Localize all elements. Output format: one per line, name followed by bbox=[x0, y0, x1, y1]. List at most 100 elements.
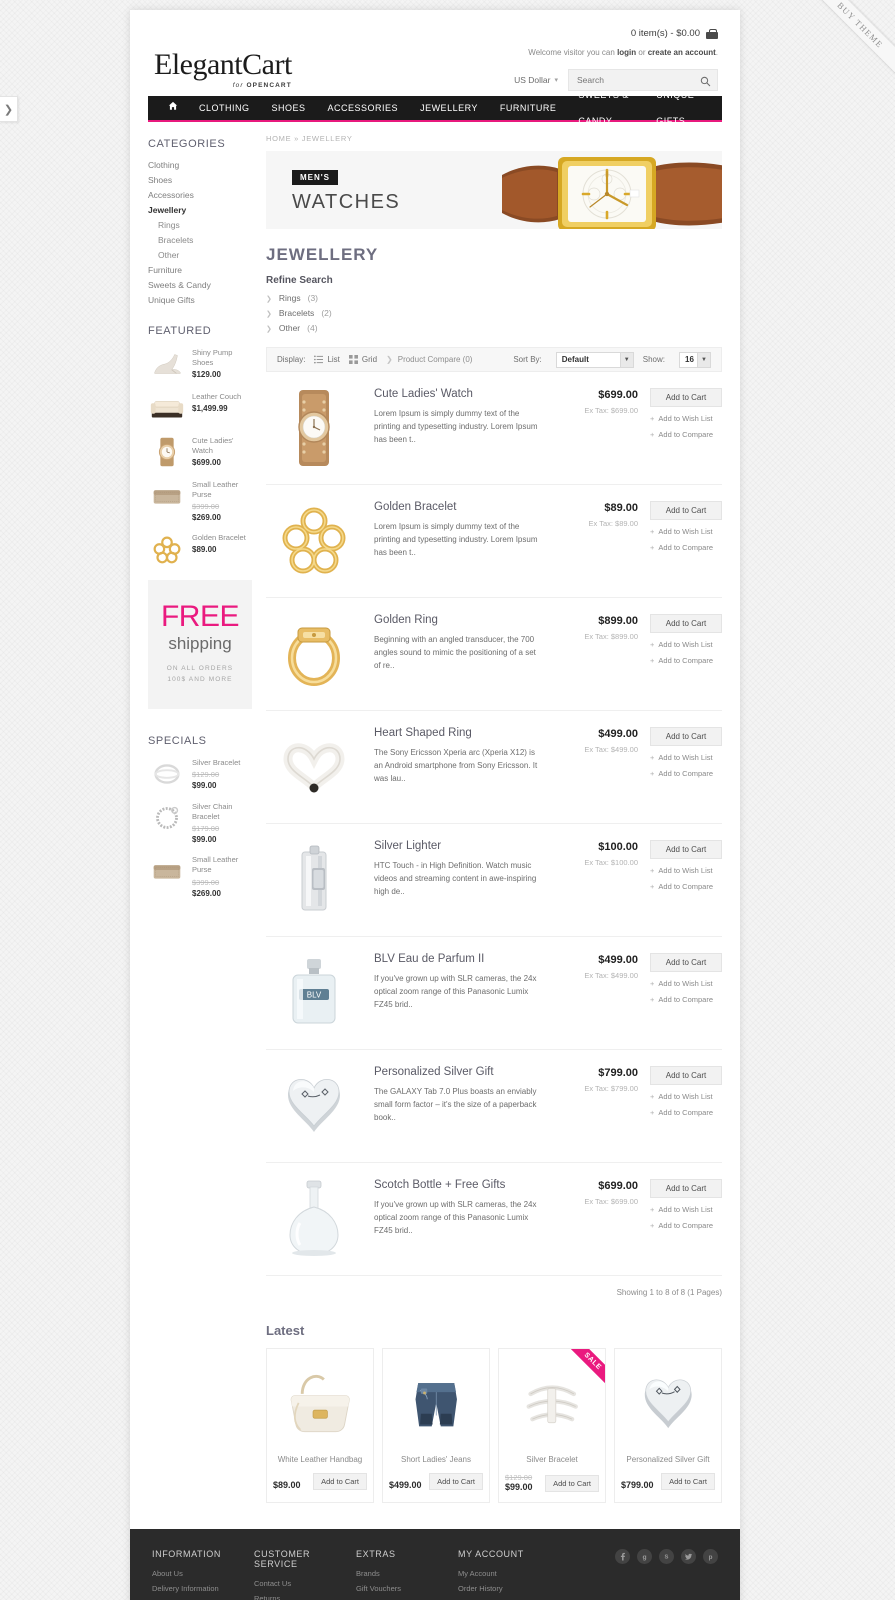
sidebar-item-rings[interactable]: Rings bbox=[158, 220, 252, 230]
sidebar-item-clothing[interactable]: Clothing bbox=[148, 160, 252, 170]
sidebar-item-bracelets[interactable]: Bracelets bbox=[158, 235, 252, 245]
add-to-wishlist-link[interactable]: + Add to Wish List bbox=[650, 414, 722, 423]
category-subitem[interactable]: Bracelets bbox=[148, 235, 252, 245]
category-item[interactable]: Unique Gifts bbox=[148, 295, 252, 305]
google-plus-icon[interactable]: g bbox=[637, 1549, 652, 1564]
add-to-compare-link[interactable]: + Add to Compare bbox=[650, 656, 722, 665]
add-to-cart-button[interactable]: Add to Cart bbox=[650, 1066, 722, 1085]
product-name[interactable]: Heart Shaped Ring bbox=[374, 727, 540, 739]
nav-item-accessories[interactable]: ACCESSORIES bbox=[317, 95, 410, 121]
featured-item[interactable]: Shiny Pump Shoes $129.00 bbox=[148, 347, 252, 381]
latest-product-name[interactable]: White Leather Handbag bbox=[273, 1455, 367, 1464]
add-to-cart-button[interactable]: Add to Cart bbox=[313, 1473, 367, 1490]
heart-ring-icon[interactable] bbox=[266, 725, 362, 809]
featured-item[interactable]: Cute Ladies' Watch $699.00 bbox=[148, 435, 252, 469]
add-to-wishlist-link[interactable]: + Add to Wish List bbox=[650, 640, 722, 649]
add-to-cart-button[interactable]: Add to Cart bbox=[650, 840, 722, 859]
add-to-wishlist-link[interactable]: + Add to Wish List bbox=[650, 1092, 722, 1101]
search-box[interactable] bbox=[568, 69, 718, 91]
sidebar-item-accessories[interactable]: Accessories bbox=[148, 190, 252, 200]
add-to-wishlist-link[interactable]: + Add to Wish List bbox=[650, 527, 722, 536]
breadcrumb-current[interactable]: JEWELLERY bbox=[302, 134, 353, 143]
latest-product-name[interactable]: Personalized Silver Gift bbox=[621, 1455, 715, 1464]
featured-item[interactable]: Leather Couch $1,499.99 bbox=[148, 391, 252, 425]
search-icon[interactable] bbox=[697, 73, 713, 89]
add-to-cart-button[interactable]: Add to Cart bbox=[650, 953, 722, 972]
special-item[interactable]: Small Leather Purse $399.00 $269.00 bbox=[148, 854, 252, 898]
refine-item[interactable]: ❯ Other (4) bbox=[266, 323, 722, 333]
buy-theme-label[interactable]: BUY THEME bbox=[808, 0, 895, 77]
category-item[interactable]: Jewellery bbox=[148, 205, 252, 215]
product-name[interactable]: Cute Ladies' Watch bbox=[374, 388, 540, 400]
refine-item[interactable]: ❯ Bracelets (2) bbox=[266, 308, 722, 318]
add-to-compare-link[interactable]: + Add to Compare bbox=[650, 995, 722, 1004]
category-item[interactable]: Furniture bbox=[148, 265, 252, 275]
sidebar-item-shoes[interactable]: Shoes bbox=[148, 175, 252, 185]
logo[interactable]: ElegantCart for OPENCART bbox=[154, 50, 292, 90]
product-compare-link[interactable]: ❯ Product Compare (0) bbox=[386, 355, 472, 364]
lighter-icon[interactable] bbox=[266, 838, 362, 922]
product-name[interactable]: Golden Bracelet bbox=[374, 501, 540, 513]
sidebar-item-jewellery[interactable]: Jewellery bbox=[148, 205, 252, 215]
nav-item-furniture[interactable]: FURNITURE bbox=[489, 95, 568, 121]
add-to-cart-button[interactable]: Add to Cart bbox=[650, 1179, 722, 1198]
add-to-cart-button[interactable]: Add to Cart bbox=[650, 727, 722, 746]
watch-icon[interactable] bbox=[266, 386, 362, 470]
product-name[interactable]: BLV Eau de Parfum II bbox=[374, 953, 540, 965]
add-to-cart-button[interactable]: Add to Cart bbox=[650, 614, 722, 633]
category-banner[interactable]: MEN'S WATCHES bbox=[266, 151, 722, 229]
skype-icon[interactable]: S bbox=[659, 1549, 674, 1564]
breadcrumb-home[interactable]: HOME bbox=[266, 134, 291, 143]
golden-ring-icon[interactable] bbox=[266, 612, 362, 696]
footer-link-about-us[interactable]: About Us bbox=[152, 1569, 254, 1578]
view-list-button[interactable]: List bbox=[314, 355, 340, 364]
add-to-cart-button[interactable]: Add to Cart bbox=[661, 1473, 715, 1490]
sidebar-item-other[interactable]: Other bbox=[158, 250, 252, 260]
currency-selector[interactable]: US Dollar ▾ bbox=[514, 75, 558, 85]
category-subitem[interactable]: Other bbox=[148, 250, 252, 260]
add-to-compare-link[interactable]: + Add to Compare bbox=[650, 769, 722, 778]
buy-theme-ribbon[interactable]: BUY THEME bbox=[795, 0, 895, 100]
add-to-wishlist-link[interactable]: + Add to Wish List bbox=[650, 1205, 722, 1214]
category-item[interactable]: Sweets & Candy bbox=[148, 280, 252, 290]
add-to-wishlist-link[interactable]: + Add to Wish List bbox=[650, 979, 722, 988]
add-to-compare-link[interactable]: + Add to Compare bbox=[650, 1221, 722, 1230]
category-item[interactable]: Accessories bbox=[148, 190, 252, 200]
nav-item-shoes[interactable]: SHOES bbox=[261, 95, 317, 121]
add-to-cart-button[interactable]: Add to Cart bbox=[650, 501, 722, 520]
refine-item[interactable]: ❯ Rings (3) bbox=[266, 293, 722, 303]
pinterest-icon[interactable]: p bbox=[703, 1549, 718, 1564]
add-to-compare-link[interactable]: + Add to Compare bbox=[650, 430, 722, 439]
view-grid-button[interactable]: Grid bbox=[348, 355, 377, 364]
product-name[interactable]: Silver Lighter bbox=[374, 840, 540, 852]
category-item[interactable]: Shoes bbox=[148, 175, 252, 185]
product-name[interactable]: Scotch Bottle + Free Gifts bbox=[374, 1179, 540, 1191]
add-to-wishlist-link[interactable]: + Add to Wish List bbox=[650, 753, 722, 762]
show-quantity-select[interactable]: 16 ▼ bbox=[679, 351, 711, 368]
footer-link-gift-vouchers[interactable]: Gift Vouchers bbox=[356, 1584, 458, 1593]
add-to-compare-link[interactable]: + Add to Compare bbox=[650, 882, 722, 891]
footer-link-returns[interactable]: Returns bbox=[254, 1594, 356, 1600]
refine-item-other[interactable]: Other bbox=[279, 323, 300, 333]
footer-link-order-history[interactable]: Order History bbox=[458, 1584, 578, 1593]
featured-item[interactable]: Small Leather Purse $399.00 $269.00 bbox=[148, 479, 252, 522]
footer-link-delivery-information[interactable]: Delivery Information bbox=[152, 1584, 254, 1593]
sidebar-item-unique-gifts[interactable]: Unique Gifts bbox=[148, 295, 252, 305]
special-item[interactable]: Silver Bracelet $129.00 $99.00 bbox=[148, 757, 252, 791]
nav-item-jewellery[interactable]: JEWELLERY bbox=[409, 95, 489, 121]
add-to-cart-button[interactable]: Add to Cart bbox=[650, 388, 722, 407]
latest-product-card[interactable]: Personalized Silver Gift $799.00 Add to … bbox=[614, 1348, 722, 1503]
sidebar-item-furniture[interactable]: Furniture bbox=[148, 265, 252, 275]
facebook-icon[interactable] bbox=[615, 1549, 630, 1564]
login-link[interactable]: login bbox=[617, 48, 636, 57]
add-to-compare-link[interactable]: + Add to Compare bbox=[650, 1108, 722, 1117]
refine-item-rings[interactable]: Rings bbox=[279, 293, 301, 303]
refine-item-bracelets[interactable]: Bracelets bbox=[279, 308, 314, 318]
product-name[interactable]: Personalized Silver Gift bbox=[374, 1066, 540, 1078]
twitter-icon[interactable] bbox=[681, 1549, 696, 1564]
category-item[interactable]: Clothing bbox=[148, 160, 252, 170]
sortby-select[interactable]: Default ▼ bbox=[555, 351, 634, 368]
latest-product-card[interactable]: White Leather Handbag $89.00 Add to Cart bbox=[266, 1348, 374, 1503]
add-to-cart-button[interactable]: Add to Cart bbox=[429, 1473, 483, 1490]
product-name[interactable]: Golden Ring bbox=[374, 614, 540, 626]
